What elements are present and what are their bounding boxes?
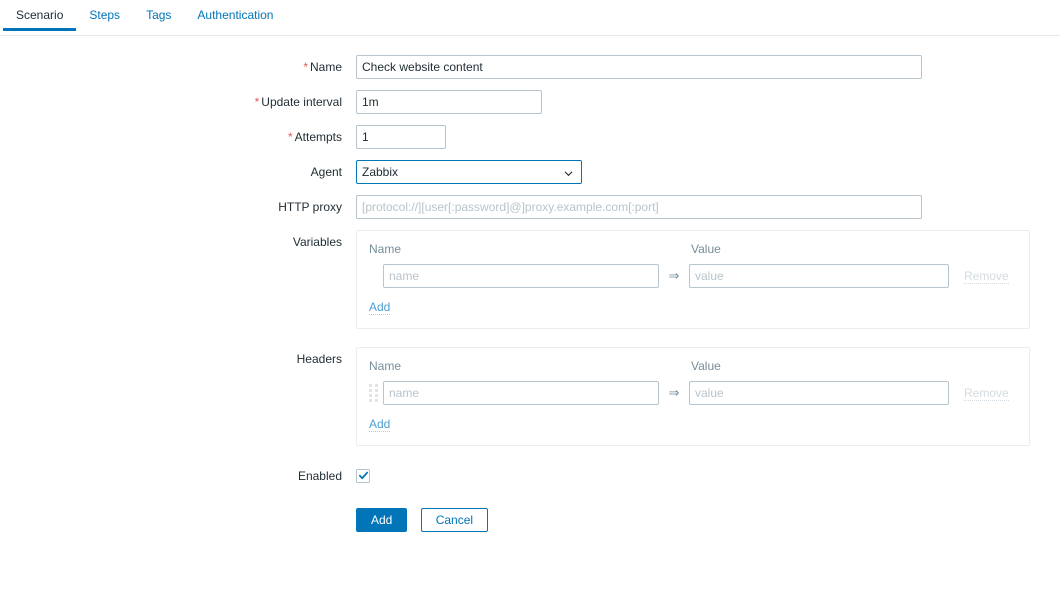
headers-col-name: Name [369, 359, 402, 373]
headers-col-value: Value [691, 359, 721, 373]
enabled-label-text: Enabled [297, 469, 342, 483]
agent-label-text: Agent [310, 165, 342, 179]
variables-col-name: Name [369, 242, 402, 256]
required-marker: * [254, 95, 260, 109]
cancel-button[interactable]: Cancel [420, 508, 489, 532]
field-row-variables: Variables Name Value ⇒ Remove Add [0, 230, 1060, 329]
update-interval-label-text: Update interval [261, 95, 342, 109]
agent-label: Agent [0, 160, 356, 184]
arrow-right-icon: ⇒ [668, 385, 680, 400]
field-row-headers: Headers Name Value ⇒ Remove [0, 347, 1060, 446]
enabled-label: Enabled [0, 464, 356, 488]
variable-add-link[interactable]: Add [369, 300, 391, 315]
variables-field-wrap: Name Value ⇒ Remove Add [356, 230, 1060, 329]
attempts-label: * Attempts [0, 125, 356, 149]
http-proxy-field-wrap [356, 195, 1060, 219]
drag-handle-icon[interactable] [369, 382, 383, 404]
enabled-checkbox[interactable] [356, 469, 370, 483]
tab-tags[interactable]: Tags [133, 0, 184, 31]
http-proxy-label-text: HTTP proxy [278, 200, 342, 214]
agent-select[interactable]: Zabbix [356, 160, 582, 184]
headers-row: ⇒ Remove [369, 381, 1017, 405]
header-remove-link[interactable]: Remove [964, 386, 1009, 401]
name-field-wrap [356, 55, 1060, 79]
required-marker: * [287, 130, 293, 144]
enabled-field-wrap [356, 464, 1060, 483]
headers-label: Headers [0, 347, 356, 371]
actions-wrap: Add Cancel [356, 508, 1060, 532]
drag-handle-placeholder [369, 265, 383, 287]
update-interval-field-wrap [356, 90, 1060, 114]
field-row-enabled: Enabled [0, 464, 1060, 488]
tab-scenario-label: Scenario [16, 8, 64, 22]
variables-label-text: Variables [292, 235, 342, 249]
update-interval-input[interactable] [356, 90, 542, 114]
field-row-name: * Name [0, 55, 1060, 79]
tab-steps[interactable]: Steps [76, 0, 133, 31]
attempts-label-text: Attempts [294, 130, 342, 144]
tab-scenario[interactable]: Scenario [3, 0, 77, 31]
http-proxy-input[interactable] [356, 195, 922, 219]
variables-column-headers: Name Value [369, 241, 1017, 257]
required-marker: * [303, 60, 308, 74]
variables-label: Variables [0, 230, 356, 254]
tab-bar: Scenario Steps Tags Authentication [0, 0, 1060, 36]
variable-remove-link[interactable]: Remove [964, 269, 1009, 284]
tab-authentication-label: Authentication [197, 8, 274, 22]
tab-authentication[interactable]: Authentication [184, 0, 286, 31]
arrow-right-icon: ⇒ [668, 268, 680, 283]
name-label: * Name [0, 55, 356, 79]
variables-col-value: Value [691, 242, 721, 256]
variables-row: ⇒ Remove [369, 264, 1017, 288]
variable-value-input[interactable] [689, 264, 949, 288]
headers-label-text: Headers [296, 352, 342, 366]
variables-panel: Name Value ⇒ Remove Add [356, 230, 1030, 329]
form-actions-row: Add Cancel [0, 508, 1060, 532]
field-row-attempts: * Attempts [0, 125, 1060, 149]
check-icon [358, 471, 369, 480]
field-row-agent: Agent Zabbix [0, 160, 1060, 184]
attempts-input[interactable] [356, 125, 446, 149]
attempts-field-wrap [356, 125, 1060, 149]
header-name-input[interactable] [383, 381, 659, 405]
headers-column-headers: Name Value [369, 358, 1017, 374]
drag-handle-dots [369, 384, 378, 402]
header-add-link[interactable]: Add [369, 417, 391, 432]
scenario-form: *Name *Update interval *Attempts Agent [0, 36, 1060, 532]
header-value-input[interactable] [689, 381, 949, 405]
name-input[interactable] [356, 55, 922, 79]
headers-panel: Name Value ⇒ Remove Add [356, 347, 1030, 446]
agent-field-wrap: Zabbix [356, 160, 1060, 184]
http-proxy-label: HTTP proxy [0, 195, 356, 219]
tab-steps-label: Steps [89, 8, 121, 22]
variable-name-input[interactable] [383, 264, 659, 288]
tab-tags-label: Tags [146, 8, 172, 22]
agent-select-wrap: Zabbix [356, 160, 582, 184]
add-button[interactable]: Add [356, 508, 408, 532]
update-interval-label: * Update interval [0, 90, 356, 114]
field-row-update-interval: * Update interval [0, 90, 1060, 114]
field-row-http-proxy: HTTP proxy [0, 195, 1060, 219]
headers-field-wrap: Name Value ⇒ Remove Add [356, 347, 1060, 446]
name-label-text: Name [309, 60, 342, 74]
